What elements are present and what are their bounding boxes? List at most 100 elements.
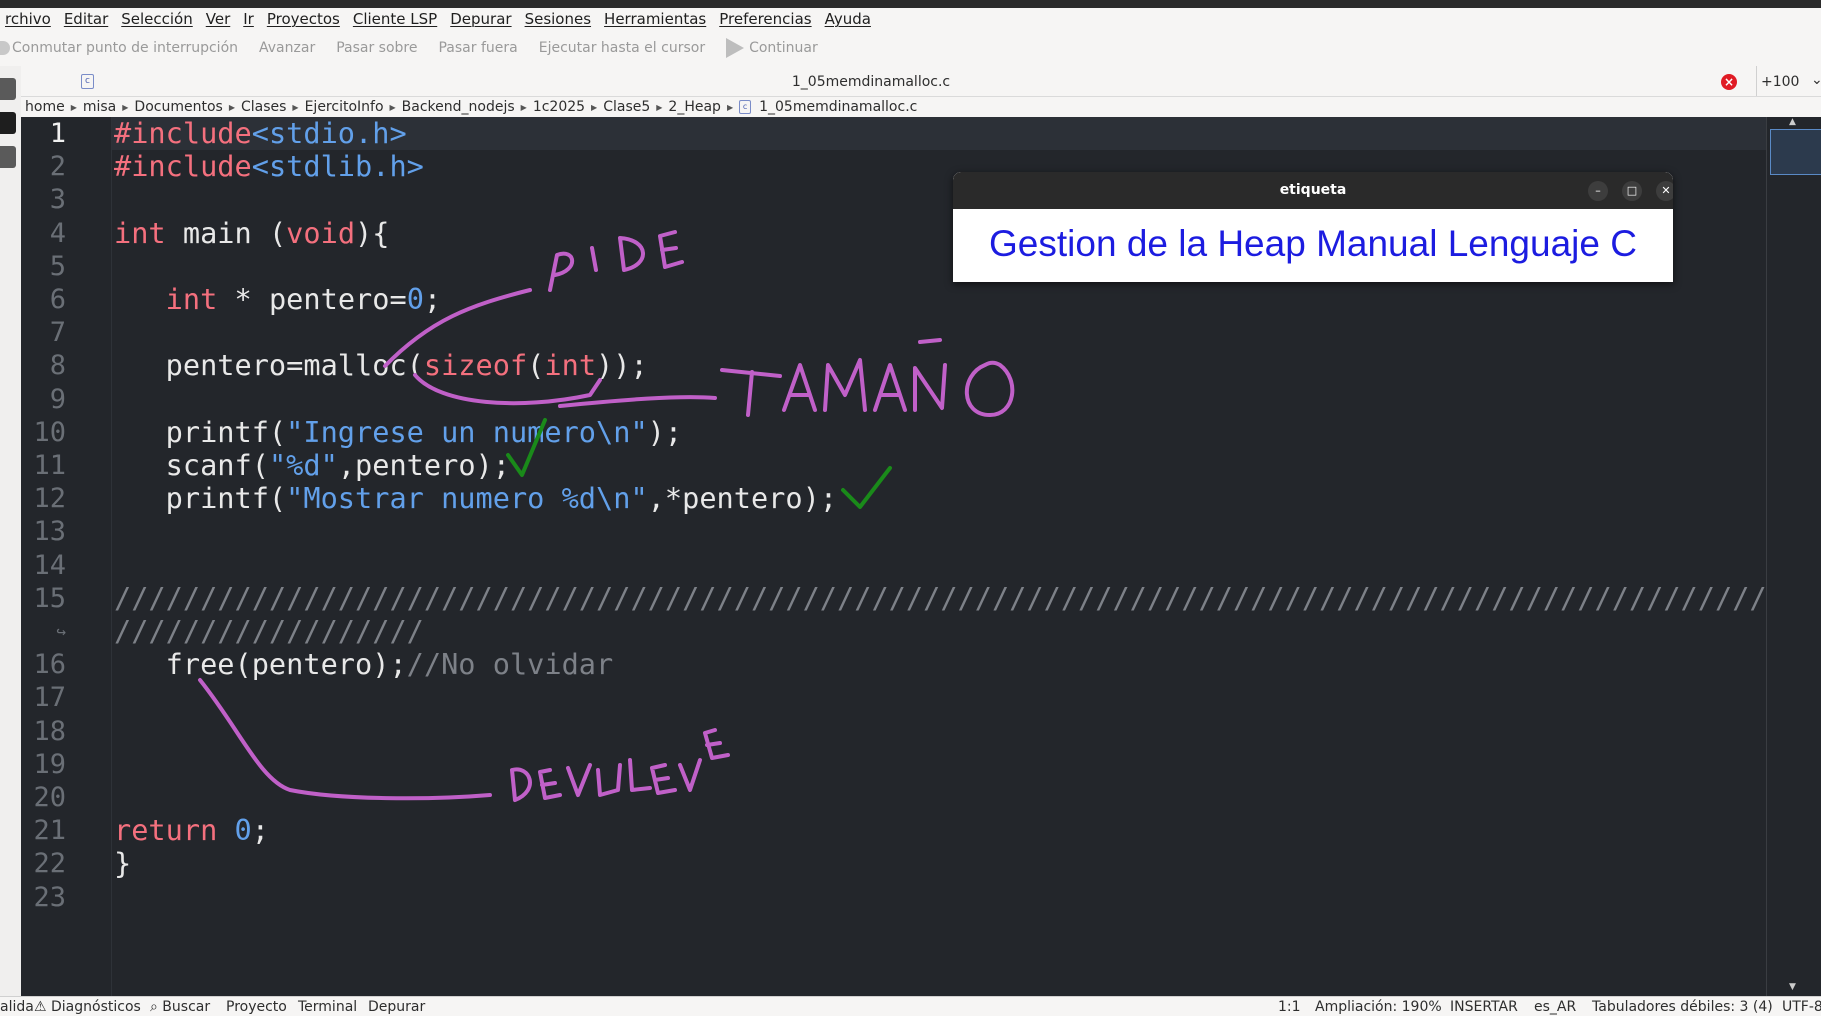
code-token: ( <box>527 348 545 383</box>
code-line[interactable]: free(pentero);//No olvidar <box>114 647 614 682</box>
scroll-up-icon[interactable]: ▲ <box>1789 117 1796 127</box>
debug-button-0[interactable]: Conmutar punto de interrupción <box>0 40 238 56</box>
minimap-viewport[interactable] <box>1770 129 1821 175</box>
code-line[interactable]: ////////////////// <box>114 615 424 648</box>
code-token: int <box>165 282 218 316</box>
label-window: etiqueta – □ ✕ Gestion de la Heap Manual… <box>953 172 1673 282</box>
menu-item-0[interactable]: rchivo <box>0 10 59 28</box>
status-left-label: Proyecto <box>226 999 287 1015</box>
close-button[interactable]: ✕ <box>1656 181 1673 201</box>
menu-item-10[interactable]: Preferencias <box>712 10 819 28</box>
status-right-item[interactable]: 1:1 <box>1278 999 1301 1015</box>
breadcrumb-item[interactable]: Clase5 <box>599 99 654 115</box>
minimap[interactable]: ▲ ▼ <box>1766 117 1821 996</box>
code-token: ////////////////////////////////////////… <box>114 580 1819 615</box>
breadcrumb-item[interactable]: EjercitoInfo <box>301 99 388 115</box>
line-number: 9 <box>49 383 66 415</box>
status-left-item[interactable]: ⚠ Diagnósticos <box>34 999 141 1015</box>
debug-button-4[interactable]: Ejecutar hasta el cursor <box>539 40 705 56</box>
code-line[interactable]: int main (void){ <box>114 215 390 250</box>
code-line[interactable]: scanf("%d",pentero); <box>114 449 510 482</box>
status-left-item[interactable]: Terminal <box>298 999 357 1015</box>
debug-button-3[interactable]: Pasar fuera <box>438 40 517 56</box>
line-number: ↪ <box>56 622 66 641</box>
document-icon[interactable] <box>0 146 16 168</box>
debug-button-5[interactable]: Continuar <box>726 38 818 58</box>
breadcrumb-item[interactable]: Documentos <box>130 99 226 115</box>
code-token: //No olvidar <box>406 647 614 682</box>
chevron-down-icon[interactable]: ⌄ <box>1811 72 1821 88</box>
status-left-item[interactable]: Depurar <box>368 999 425 1015</box>
status-left-item[interactable]: Proyecto <box>226 999 287 1015</box>
tab-close-icon[interactable]: × <box>1721 74 1737 90</box>
status-right-item[interactable]: INSERTAR <box>1450 999 1518 1015</box>
line-number: 10 <box>33 416 66 448</box>
line-number: 2 <box>49 151 66 183</box>
breadcrumb-item[interactable]: 1c2025 <box>529 99 589 115</box>
status-right-item[interactable]: UTF-8 <box>1782 999 1821 1015</box>
breadcrumb-item[interactable]: home <box>21 99 69 115</box>
scroll-down-icon[interactable]: ▼ <box>1789 982 1796 992</box>
breadcrumb-item[interactable]: misa <box>79 99 120 115</box>
debug-button-1[interactable]: Avanzar <box>259 40 315 56</box>
breadcrumb: home ▶ misa ▶ Documentos ▶ Clases ▶ EjercitoInfo… <box>21 97 1821 117</box>
code-token: ////////////////// <box>114 614 424 648</box>
code-token: return <box>114 813 218 848</box>
status-right-item[interactable]: Ampliación: 190% <box>1315 999 1442 1015</box>
menu-item-1[interactable]: Editar <box>57 10 116 28</box>
code-token: int <box>544 348 597 383</box>
menu-item-4[interactable]: Ir <box>236 10 262 28</box>
breadcrumb-item[interactable]: Clases <box>237 99 290 115</box>
debug-button-label: Pasar fuera <box>438 40 518 56</box>
tab-more-count[interactable]: +100 <box>1761 74 1799 90</box>
label-window-title: etiqueta <box>1279 182 1347 198</box>
menu-item-3[interactable]: Ver <box>199 10 239 28</box>
code-line[interactable]: printf("Ingrese un numero\n"); <box>114 414 682 449</box>
tab-title[interactable]: 1_05memdinamalloc.c <box>21 74 1721 90</box>
menu-item-8[interactable]: Sesiones <box>518 10 599 28</box>
breakpoint-icon <box>0 41 10 55</box>
minimize-button[interactable]: – <box>1588 181 1608 201</box>
code-token: 0 <box>234 813 252 848</box>
code-line[interactable]: pentero=malloc(sizeof(int)); <box>114 349 648 382</box>
maximize-button[interactable]: □ <box>1622 181 1642 201</box>
status-left-item[interactable]: ⌕ Buscar <box>150 999 210 1015</box>
status-left-item[interactable]: alida <box>0 999 34 1015</box>
menu-item-11[interactable]: Ayuda <box>818 10 879 28</box>
debug-button-label: Conmutar punto de interrupción <box>12 40 239 56</box>
code-line[interactable]: ////////////////////////////////////////… <box>114 580 1819 615</box>
menu-item-2[interactable]: Selección <box>114 10 201 28</box>
status-left-label: Buscar <box>162 999 211 1015</box>
code-line[interactable]: int * pentero=0; <box>114 283 441 316</box>
line-number: 22 <box>33 848 66 880</box>
status-right-item[interactable]: es_AR <box>1534 999 1576 1015</box>
line-number: 8 <box>49 350 66 382</box>
line-number: 4 <box>49 217 66 249</box>
git-icon[interactable] <box>0 112 16 134</box>
code-line[interactable]: #include<stdlib.h> <box>114 150 424 183</box>
code-line[interactable]: #include<stdio.h> <box>114 117 407 150</box>
debug-button-2[interactable]: Pasar sobre <box>336 40 417 56</box>
menu-item-5[interactable]: Proyectos <box>260 10 348 28</box>
debug-toolbar: Conmutar punto de interrupción Avanzar Pas… <box>0 30 1821 67</box>
breadcrumb-item[interactable]: 2_Heap <box>664 99 725 115</box>
code-token: )); <box>596 348 648 383</box>
breadcrumb-separator-icon: ▶ <box>389 102 396 112</box>
line-number: 16 <box>33 649 66 681</box>
menu-item-9[interactable]: Herramientas <box>597 10 714 28</box>
breadcrumb-item[interactable]: Backend_nodejs <box>398 99 519 115</box>
code-token: scanf( <box>114 448 269 482</box>
code-line[interactable]: printf("Mostrar numero %d\n",*pentero); <box>114 482 837 515</box>
side-panel-button[interactable] <box>0 78 16 100</box>
warning-icon: ⚠ <box>34 999 52 1015</box>
code-token: "Ingrese un numero\n" <box>286 414 648 449</box>
left-side-panel <box>0 66 22 996</box>
breadcrumb-item[interactable]: 1_05memdinamalloc.c <box>755 99 921 115</box>
code-token: ){ <box>355 215 390 250</box>
menu-item-7[interactable]: Depurar <box>443 10 519 28</box>
code-line[interactable]: } <box>114 847 131 880</box>
code-line[interactable]: return 0; <box>114 814 269 847</box>
label-window-titlebar[interactable]: etiqueta – □ ✕ <box>953 172 1673 209</box>
menu-item-6[interactable]: Cliente LSP <box>346 10 445 28</box>
status-right-item[interactable]: Tabuladores débiles: 3 (4) <box>1592 999 1773 1015</box>
